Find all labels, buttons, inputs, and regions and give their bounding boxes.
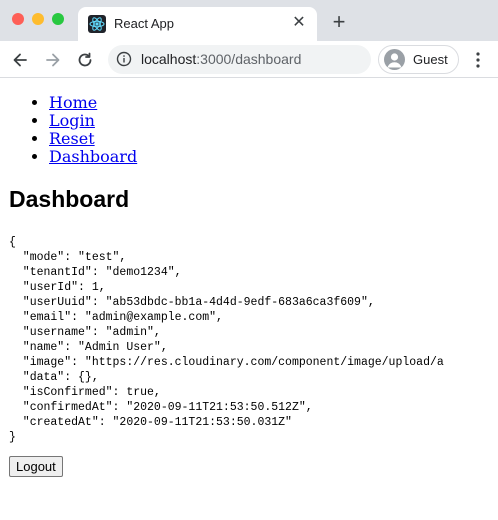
profile-button[interactable]: Guest [378, 45, 459, 74]
json-line: "name": "Admin User", [9, 341, 168, 354]
home-link[interactable]: Home [49, 93, 97, 112]
react-logo-icon [88, 15, 106, 33]
json-line: "username": "admin", [9, 326, 161, 339]
logout-button[interactable]: Logout [9, 456, 63, 477]
browser-tab[interactable]: React App ✕ [78, 7, 317, 41]
tab-title: React App [114, 16, 174, 31]
more-vertical-icon [476, 52, 480, 68]
close-window-button[interactable] [12, 13, 24, 25]
forward-button[interactable] [41, 48, 65, 72]
profile-label: Guest [413, 52, 448, 67]
login-link[interactable]: Login [49, 111, 95, 130]
nav-item-dashboard: Dashboard [49, 148, 498, 166]
person-icon [387, 53, 402, 68]
json-line: "confirmedAt": "2020-09-11T21:53:50.512Z… [9, 401, 313, 414]
info-icon[interactable] [116, 51, 132, 67]
reload-icon [78, 52, 92, 67]
new-tab-button[interactable]: + [328, 11, 350, 33]
json-line: "createdAt": "2020-09-11T21:53:50.031Z" [9, 416, 292, 429]
user-json: { "mode": "test", "tenantId": "demo1234"… [9, 235, 498, 445]
json-line: "email": "admin@example.com", [9, 311, 223, 324]
json-line: "tenantId": "demo1234", [9, 266, 182, 279]
nav-list: Home Login Reset Dashboard [0, 94, 498, 166]
minimize-window-button[interactable] [32, 13, 44, 25]
browser-menu-button[interactable] [468, 48, 488, 72]
avatar [384, 49, 405, 70]
page-content: Home Login Reset Dashboard Dashboard { "… [0, 78, 498, 520]
page-title: Dashboard [9, 186, 130, 212]
url-host: localhost [141, 51, 197, 67]
json-line: "mode": "test", [9, 251, 127, 264]
json-line: } [9, 431, 16, 444]
maximize-window-button[interactable] [52, 13, 64, 25]
arrow-left-icon [13, 53, 27, 67]
url-path: :3000/dashboard [196, 51, 302, 67]
arrow-right-icon [46, 53, 60, 67]
dashboard-link[interactable]: Dashboard [49, 147, 137, 166]
json-line: "image": "https://res.cloudinary.com/com… [9, 356, 444, 369]
url-text[interactable]: localhost:3000/dashboard [141, 51, 301, 67]
json-line: "userId": 1, [9, 281, 106, 294]
json-line: "data": {}, [9, 371, 99, 384]
json-line: "isConfirmed": true, [9, 386, 161, 399]
close-tab-icon[interactable]: ✕ [289, 13, 309, 33]
nav-item-login: Login [49, 112, 498, 130]
back-button[interactable] [8, 48, 32, 72]
nav-item-reset: Reset [49, 130, 498, 148]
json-line: { [9, 236, 16, 249]
nav-item-home: Home [49, 94, 498, 112]
json-line: "userUuid": "ab53dbdc-bb1a-4d4d-9edf-683… [9, 296, 375, 309]
reload-button[interactable] [73, 48, 97, 72]
browser-toolbar: localhost:3000/dashboard Guest [0, 41, 498, 78]
reset-link[interactable]: Reset [49, 129, 95, 148]
tab-strip: React App ✕ + [0, 0, 498, 41]
address-bar[interactable]: localhost:3000/dashboard [108, 45, 371, 74]
